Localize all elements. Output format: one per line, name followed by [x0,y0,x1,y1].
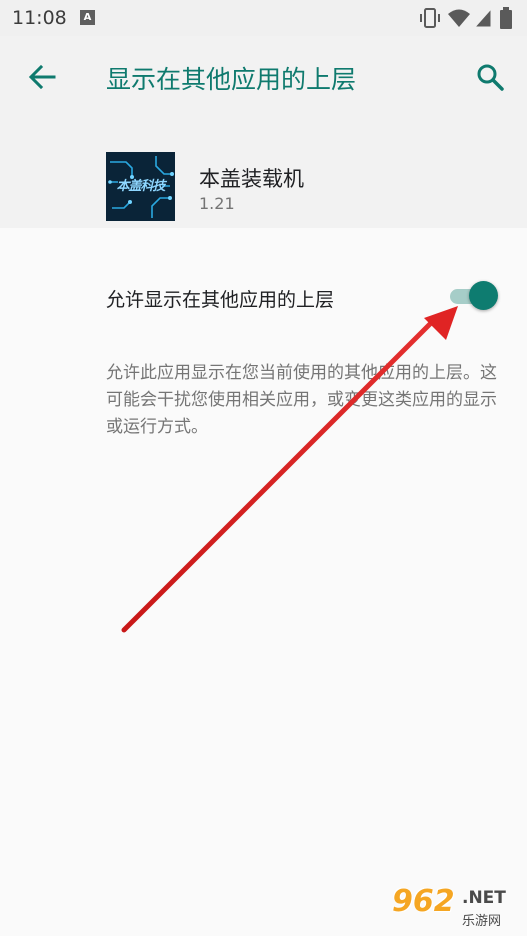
signal-icon [473,7,492,28]
app-version: 1.21 [199,194,235,213]
watermark: 962 .NET 乐游网 [392,884,520,930]
permission-description: 允许此应用显示在您当前使用的其他应用的上层。这可能会干扰您使用相关应用，或变更这… [106,363,497,437]
wifi-icon [448,9,470,27]
status-icons [419,6,515,30]
watermark-number: 962 [392,884,455,919]
vibrate-icon [420,8,440,28]
watermark-chinese: 乐游网 [462,914,502,929]
search-icon [477,64,504,91]
arrow-back-icon [28,64,56,90]
status-time: 11:08 [12,7,67,29]
app-name: 本盖装载机 [199,167,304,191]
status-bar: 11:08 A [0,0,527,36]
a-notification-icon: A [80,10,95,25]
permission-setting-label: 允许显示在其他应用的上层 [106,289,335,311]
permission-toggle[interactable] [446,279,500,313]
battery-icon [500,7,512,29]
app-icon: 本盖科技 [106,152,175,221]
search-button[interactable] [468,55,512,99]
app-header: 本盖科技 本盖装载机 1.21 [0,118,527,228]
watermark-domain: .NET [462,888,506,908]
app-bar: 显示在其他应用的上层 [0,36,527,118]
back-button[interactable] [20,55,64,99]
permission-setting-row[interactable]: 允许显示在其他应用的上层 [0,264,527,330]
app-icon-text: 本盖科技 [116,179,165,194]
toggle-thumb [469,281,498,310]
page-title: 显示在其他应用的上层 [106,65,357,94]
